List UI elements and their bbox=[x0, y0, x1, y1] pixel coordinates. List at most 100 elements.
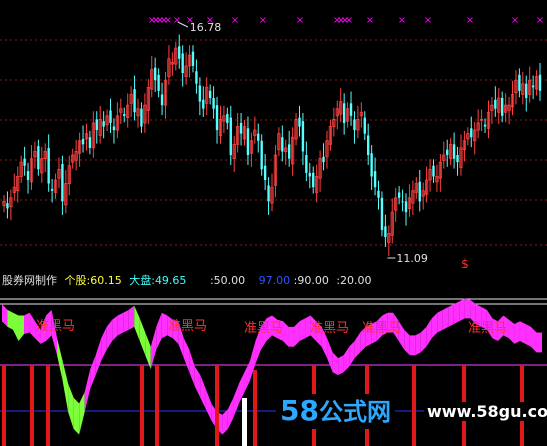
candle bbox=[284, 139, 288, 166]
indicator-band-segment bbox=[354, 332, 361, 359]
indicator-name: 股券网制作 bbox=[2, 274, 57, 287]
watermark-logo: 58公式网 bbox=[276, 394, 395, 429]
candle bbox=[126, 93, 130, 128]
candle bbox=[473, 121, 477, 155]
candle bbox=[273, 145, 278, 198]
candle bbox=[339, 88, 343, 123]
stock-chart-screen: 16.78 11.09 × × × × × × × × × × × × × × × × × × × × × $ 飞亚达Ａ (日… bbox=[0, 0, 547, 446]
candle bbox=[534, 70, 539, 96]
candle bbox=[246, 116, 250, 166]
candle bbox=[47, 134, 50, 192]
candle bbox=[387, 225, 391, 256]
candle bbox=[291, 127, 295, 176]
candle bbox=[442, 141, 446, 169]
candle bbox=[57, 157, 61, 189]
candle-body bbox=[494, 99, 497, 109]
zone-label: 准黑马 bbox=[468, 321, 507, 336]
indicator-band-segment bbox=[29, 312, 36, 339]
indicator-band-segment bbox=[448, 304, 454, 327]
indicator-band-segment bbox=[73, 397, 80, 435]
item1-value: 60.15 bbox=[90, 274, 122, 287]
candle bbox=[2, 194, 6, 213]
candle-body bbox=[102, 121, 105, 127]
candle bbox=[510, 80, 515, 116]
candle-body bbox=[367, 135, 370, 156]
indicator-band-segment bbox=[194, 366, 201, 398]
watermark-logo-text: 公式网 bbox=[318, 398, 391, 426]
signal-bar bbox=[2, 365, 6, 446]
candle-body bbox=[397, 192, 401, 198]
candle-body bbox=[322, 156, 325, 163]
indicator-band-segment bbox=[18, 315, 25, 342]
level-50: :50.00 bbox=[209, 274, 246, 287]
indicator-band-segment bbox=[283, 321, 289, 347]
candle bbox=[40, 146, 44, 183]
indicator-band-segment bbox=[84, 369, 91, 412]
candle bbox=[521, 71, 525, 105]
candle-body bbox=[133, 89, 136, 113]
candle bbox=[163, 71, 168, 119]
candle bbox=[514, 70, 518, 105]
candle bbox=[267, 177, 270, 215]
candle bbox=[115, 102, 119, 139]
candle-body bbox=[518, 74, 521, 91]
candle-body bbox=[404, 201, 408, 213]
indicator-band-segment bbox=[244, 360, 250, 393]
indicator-band-segment bbox=[2, 304, 8, 327]
indicator-band-segment bbox=[189, 349, 195, 387]
candle-body bbox=[95, 119, 98, 131]
indicator-band-segment bbox=[117, 312, 124, 336]
indicator-band-segment bbox=[349, 341, 355, 367]
candle bbox=[425, 166, 429, 203]
candle bbox=[486, 100, 491, 139]
indicator-band-segment bbox=[519, 321, 526, 344]
candle bbox=[428, 159, 432, 192]
candle bbox=[373, 157, 377, 196]
indicator-band-segment bbox=[156, 312, 162, 350]
indicator-band-segment bbox=[13, 312, 19, 342]
indicator-band-segment bbox=[139, 318, 146, 356]
candle-body bbox=[112, 126, 116, 131]
signal-cross-marker: × bbox=[366, 15, 374, 26]
candle bbox=[53, 173, 58, 199]
indicator-band-segment bbox=[90, 355, 96, 390]
candle-body bbox=[384, 226, 387, 238]
candle bbox=[345, 102, 350, 128]
candle bbox=[23, 146, 26, 176]
candle bbox=[98, 105, 102, 144]
candle bbox=[466, 127, 470, 146]
candle bbox=[281, 125, 284, 162]
candle bbox=[312, 166, 315, 194]
indicator-band-segment bbox=[233, 383, 239, 418]
candle bbox=[74, 139, 78, 171]
candle-body bbox=[212, 98, 215, 109]
candle bbox=[260, 134, 263, 176]
candle-body bbox=[109, 110, 112, 123]
candle bbox=[538, 63, 542, 101]
candle-body bbox=[229, 117, 232, 156]
candle bbox=[29, 145, 34, 190]
candle-body bbox=[226, 114, 229, 123]
candle-body bbox=[178, 46, 181, 59]
candle bbox=[67, 155, 71, 196]
candle bbox=[298, 105, 301, 137]
indicator-band-segment bbox=[442, 307, 449, 330]
candle bbox=[470, 116, 473, 148]
candle-body bbox=[370, 153, 373, 177]
candle-body bbox=[239, 122, 243, 134]
zone-label: 准黑马 bbox=[362, 321, 401, 336]
candle bbox=[525, 75, 528, 112]
candle bbox=[390, 198, 394, 244]
candle bbox=[305, 141, 308, 182]
candle-body bbox=[215, 105, 219, 131]
indicator-band-segment bbox=[343, 346, 350, 373]
price-candlestick-chart[interactable]: 16.7811.09××××× × × × × × × ×××× × × × × × ×$ bbox=[0, 0, 547, 268]
candle bbox=[215, 96, 219, 144]
candle-body bbox=[26, 171, 30, 180]
indicator-band-segment bbox=[288, 326, 295, 347]
indicator-band-segment bbox=[183, 338, 190, 373]
candle-body bbox=[257, 133, 260, 141]
candle bbox=[71, 148, 75, 169]
indicator-band-segment bbox=[112, 315, 118, 342]
candle bbox=[446, 139, 449, 167]
